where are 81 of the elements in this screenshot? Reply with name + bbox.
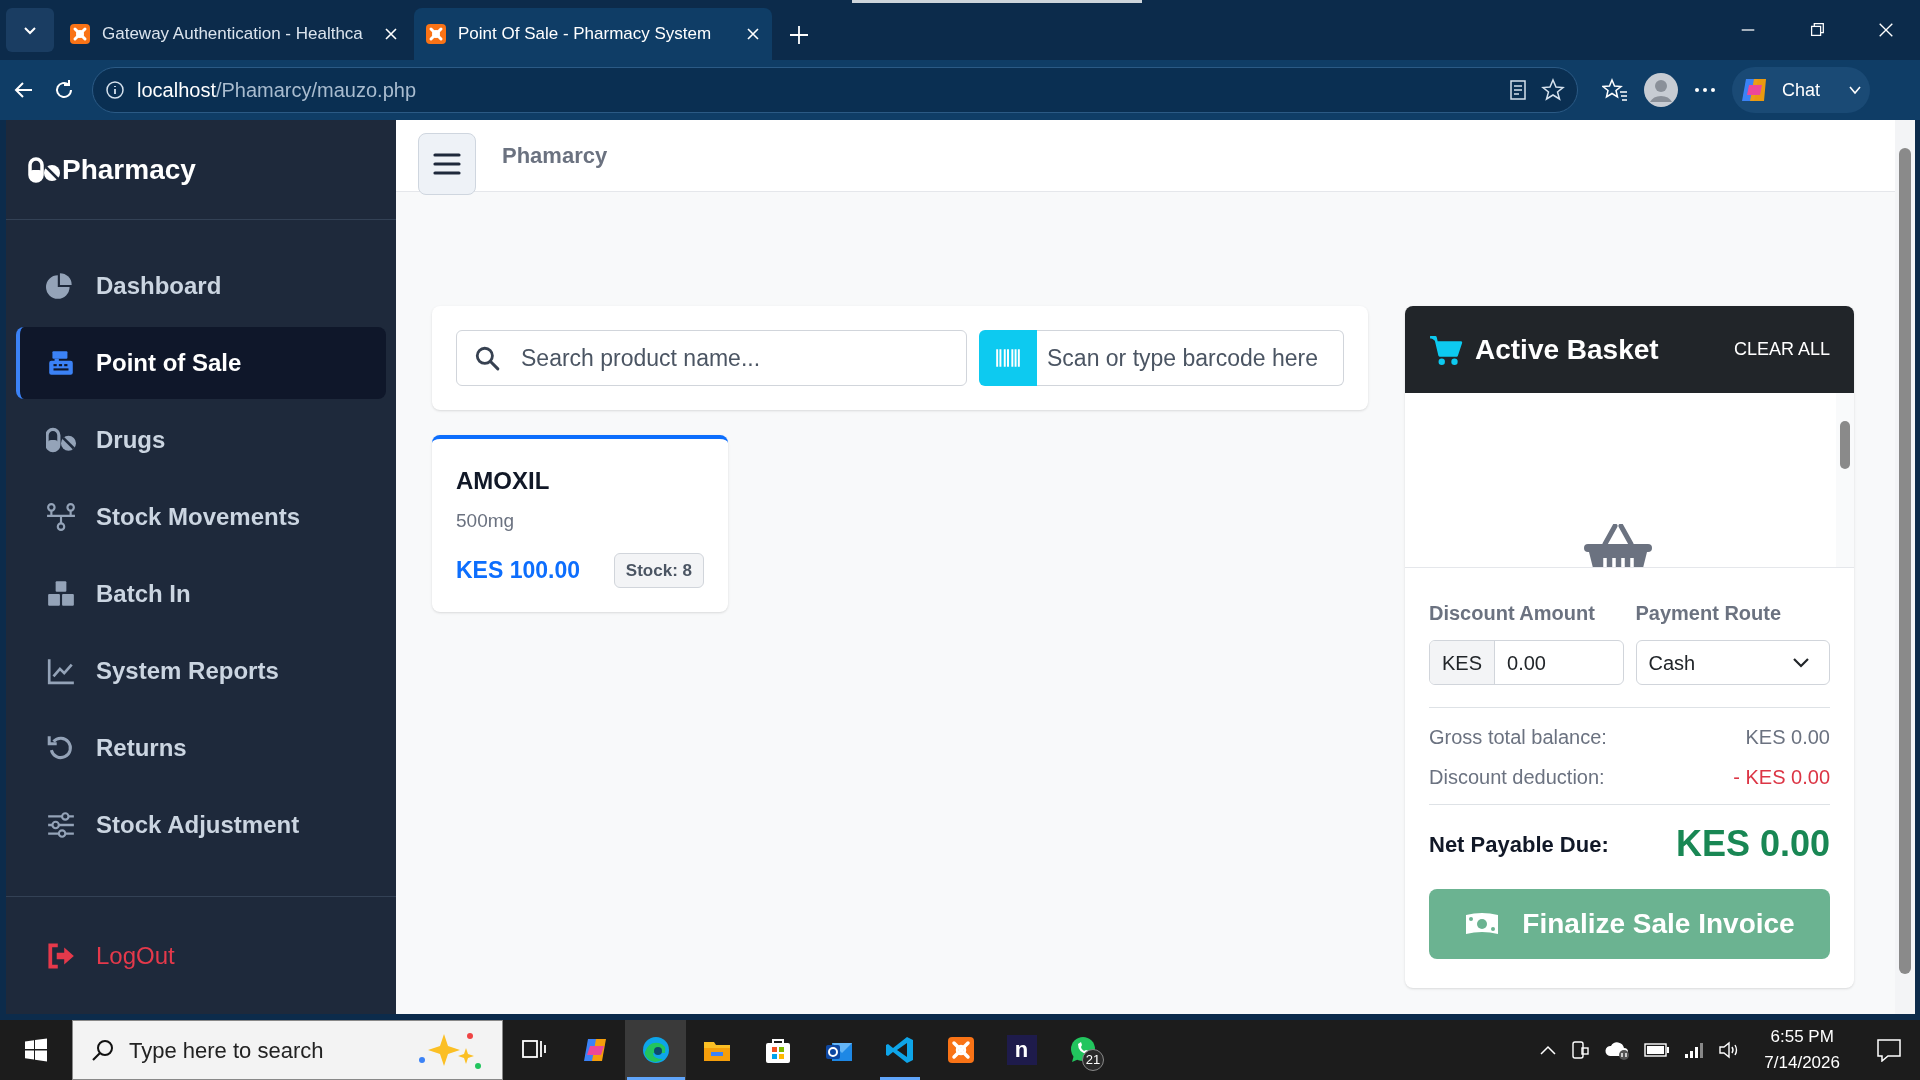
- battery-icon[interactable]: [1644, 1043, 1671, 1057]
- discount-field[interactable]: KES 0.00: [1429, 640, 1624, 685]
- sidebar-item[interactable]: Batch In: [16, 558, 386, 630]
- summary-value: KES 0.00: [1745, 725, 1830, 750]
- chat-button[interactable]: Chat: [1732, 67, 1870, 113]
- taskbar-search[interactable]: Type here to search: [72, 1020, 503, 1080]
- knot-icon: [945, 1035, 976, 1065]
- cloud-icon[interactable]: [1604, 1040, 1631, 1060]
- field-label: Payment Route: [1635, 601, 1783, 626]
- letter-tile-icon: n: [1006, 1035, 1037, 1065]
- basket-title: Active Basket: [1475, 332, 1659, 367]
- logout-icon: [46, 940, 76, 971]
- boxes-icon: [46, 579, 76, 609]
- barcode-icon: [979, 330, 1037, 386]
- favorite-icon[interactable]: [1541, 78, 1565, 102]
- sidebar-item[interactable]: System Reports: [16, 635, 386, 707]
- summary-label: Gross total balance:: [1429, 725, 1607, 750]
- sidebar-item[interactable]: Returns: [16, 712, 386, 784]
- net-total: KES 0.00: [1675, 822, 1830, 866]
- tab-title: Gateway Authentication - Healthca: [102, 23, 364, 46]
- page-title: Phamarcy: [502, 142, 608, 170]
- wave-icon: [640, 1035, 671, 1065]
- field-label: Discount Amount: [1429, 601, 1596, 626]
- windows-logo-icon: [24, 1038, 48, 1062]
- search-icon: [91, 1038, 115, 1062]
- net-label: Net Payable Due:: [1429, 830, 1609, 859]
- browser-tab[interactable]: Gateway Authentication - Healthca: [58, 8, 410, 60]
- summary-value: - KES 0.00: [1733, 765, 1830, 790]
- product-card[interactable]: AMOXIL 500mg KES 100.00 Stock: 8: [432, 435, 728, 612]
- cart-icon: [1429, 333, 1463, 366]
- pills-icon: [46, 425, 76, 455]
- sidebar-item[interactable]: Stock Adjustment: [16, 789, 386, 861]
- url-text: localhost/Phamarcy/mauzo.php: [137, 78, 417, 103]
- sidebar-item[interactable]: Point of Sale: [16, 327, 386, 399]
- chevron-down-icon: [1793, 657, 1809, 668]
- stock-badge: Stock: 8: [613, 552, 704, 588]
- capsule-logo-icon: [28, 156, 62, 183]
- reader-icon[interactable]: [1507, 79, 1529, 101]
- sidebar-item[interactable]: Dashboard: [16, 250, 386, 322]
- profile-avatar[interactable]: [1644, 73, 1678, 107]
- scrollbar[interactable]: [1836, 393, 1854, 567]
- device-icon[interactable]: [1570, 1040, 1591, 1060]
- summary-label: Discount deduction:: [1429, 765, 1605, 790]
- menu-icon: [433, 151, 461, 176]
- favicon-icon: [70, 24, 90, 44]
- notification-badge: 21: [1082, 1049, 1104, 1071]
- browser-tab[interactable]: Point Of Sale - Pharmacy System: [414, 8, 772, 60]
- tab-title: Point Of Sale - Pharmacy System: [458, 23, 713, 46]
- basket-icon: [1583, 524, 1653, 567]
- cash-register-icon: [46, 348, 76, 378]
- barcode-field[interactable]: Scan or type barcode here: [1037, 330, 1344, 386]
- signal-icon[interactable]: [1684, 1041, 1705, 1059]
- sliders-icon: [46, 810, 76, 840]
- brand-name: Pharmacy: [62, 152, 196, 187]
- product-price: KES 100.00: [456, 556, 581, 585]
- logout-link[interactable]: LogOut: [16, 919, 386, 992]
- menu-button[interactable]: [418, 132, 476, 195]
- close-icon[interactable]: [384, 27, 398, 41]
- chevron-up-icon[interactable]: [1540, 1045, 1557, 1055]
- ribbon-icon: [884, 1035, 915, 1065]
- scrollbar[interactable]: [1895, 120, 1915, 1014]
- search-icon: [474, 345, 500, 371]
- clear-all-button[interactable]: CLEAR ALL: [1733, 336, 1830, 363]
- taskbar-app[interactable]: n: [991, 1020, 1052, 1080]
- close-icon[interactable]: [746, 27, 760, 41]
- clock[interactable]: 6:55 PM 7/14/2026: [1754, 1024, 1850, 1076]
- info-icon[interactable]: [105, 80, 125, 100]
- branching-icon: [46, 502, 76, 532]
- product-name: AMOXIL: [456, 466, 551, 496]
- favicon-icon: [426, 24, 446, 44]
- search-field[interactable]: Search product name...: [456, 330, 967, 386]
- line-chart-icon: [46, 656, 76, 686]
- sidebar-item[interactable]: Drugs: [16, 404, 386, 476]
- more-icon[interactable]: [1694, 87, 1716, 93]
- favorites-icon[interactable]: [1602, 78, 1628, 102]
- new-tab-icon[interactable]: [788, 24, 810, 46]
- sidebar-item[interactable]: Stock Movements: [16, 481, 386, 553]
- taskbar-app[interactable]: 21: [1052, 1020, 1113, 1080]
- payment-dropdown[interactable]: Cash: [1635, 640, 1830, 685]
- product-strength: 500mg: [456, 509, 516, 533]
- address-bar[interactable]: localhost/Phamarcy/mauzo.php: [92, 67, 1578, 113]
